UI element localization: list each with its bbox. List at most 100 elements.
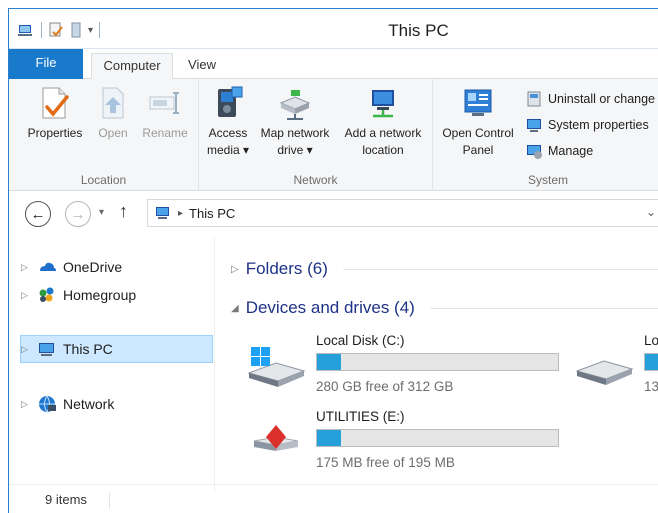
expand-caret-icon[interactable]: ▷ [21,344,31,355]
devices-header-label: Devices and drives (4) [245,298,415,317]
map-network-drive-button[interactable]: Map network drive ▾ [253,85,337,159]
add-location-label-2: location [362,143,404,157]
open-icon [102,87,124,119]
section-divider [429,307,658,309]
map-drive-label-1: Map network [260,126,330,140]
uninstall-button[interactable]: Uninstall or change [525,89,655,109]
drive-name: Local Disk (C:) [316,333,405,348]
access-media-label-1: Access [208,126,248,140]
control-panel-label-1: Open Control [442,126,514,140]
ribbon-tab-bar: File Computer View [9,49,658,80]
add-network-location-icon [372,90,394,118]
open-label: Open [98,126,128,140]
content-pane: ▷ Folders (6) ◢ Devices and drives (4) L… [216,237,658,492]
add-network-location-button[interactable]: Add a network location [337,85,429,159]
access-media-label-2: media ▾ [206,143,250,157]
group-network: Access media ▾ Map network drive ▾ Add a… [199,79,433,191]
tab-view[interactable]: View [179,53,225,80]
drive-name: Loc [644,333,658,348]
nav-item-onedrive[interactable]: ▷ OneDrive [21,253,214,281]
expand-caret-icon[interactable]: ▷ [21,399,31,410]
nav-item-homegroup[interactable]: ▷ Homegroup [21,281,214,309]
manage-button[interactable]: Manage [525,141,593,161]
this-pc-address-icon [156,207,169,219]
rename-button[interactable]: Rename [137,85,193,142]
breadcrumb-separator[interactable]: ▸ [178,208,183,219]
manage-icon [527,145,542,159]
drive-free-space: 280 GB free of 312 GB [316,379,454,394]
group-location: Properties Open Rename Location [9,79,199,191]
access-media-icon [218,86,243,117]
group-system: Open Control Panel Uninstall or change S… [433,79,658,191]
nav-item-label: This PC [63,341,113,357]
map-drive-label-2: drive ▾ [277,143,313,157]
explorer-window: ▾ This PC File Computer View Properties [8,8,658,513]
properties-button[interactable]: Properties [23,85,87,142]
hard-drive-icon [575,360,634,385]
group-location-label: Location [80,173,127,187]
drive-usage-fill [317,430,342,446]
nav-item-label: OneDrive [63,259,123,275]
access-media-button[interactable]: Access media ▾ [203,85,253,159]
properties-label: Properties [27,126,83,140]
window-title: This PC [388,21,449,40]
nav-item-network[interactable]: ▷ Network [21,390,214,418]
homegroup-icon [39,287,54,302]
expand-caret-icon[interactable]: ▷ [21,290,31,301]
system-properties-button[interactable]: System properties [525,115,649,135]
address-dropdown-icon[interactable]: ⌄ [646,205,656,219]
drive-usage-fill [317,354,342,370]
system-properties-icon [527,119,541,132]
drive-tile[interactable]: Loc 133 [574,333,658,403]
control-panel-label-2: Panel [462,143,494,157]
network-icon [39,395,56,413]
recent-locations-chevron-icon[interactable]: ▾ [99,207,104,218]
nav-item-label: Network [63,396,115,412]
folders-section-header[interactable]: ▷ Folders (6) [231,256,658,282]
rename-label: Rename [142,126,188,140]
expand-caret-icon[interactable]: ▷ [21,262,31,273]
drive-usage-bar [644,353,658,371]
uninstall-icon [527,91,541,107]
folders-header-label: Folders (6) [245,259,328,278]
navigation-pane: ▷ OneDrive ▷ Homegroup ▷ This PC ▷ Netwo… [9,237,215,492]
item-count: 9 items [45,492,87,507]
up-arrow-icon[interactable]: ↑ [119,201,128,222]
back-arrow-icon[interactable]: ← [25,201,51,227]
group-network-label: Network [293,173,338,187]
nav-item-label: Homegroup [63,287,137,303]
collapse-caret-icon[interactable]: ▷ [231,264,239,275]
manage-label: Manage [548,144,594,158]
drive-name: UTILITIES (E:) [316,409,405,424]
drive-usage-bar [316,353,559,371]
tab-computer[interactable]: Computer [91,53,173,80]
utilities-drive-icon [253,425,299,451]
add-location-label-1: Add a network [344,126,422,140]
title-bar: ▾ This PC [9,9,658,49]
address-bar[interactable]: ▸ This PC ⌄ [147,199,658,227]
drive-tile[interactable]: UTILITIES (E:) 175 MB free of 195 MB [246,409,576,479]
map-drive-icon [279,90,311,120]
open-button[interactable]: Open [93,85,133,142]
status-separator [109,493,110,509]
expand-caret-icon[interactable]: ◢ [231,303,239,314]
section-divider [342,268,658,270]
rename-icon [149,92,179,114]
ribbon: Properties Open Rename Location Access m… [9,79,658,191]
windows-drive-icon [247,347,306,387]
tab-file[interactable]: File [9,49,83,79]
drive-free-space: 133 [644,379,658,394]
status-bar: 9 items [9,484,658,513]
open-control-panel-button[interactable]: Open Control Panel [435,85,521,159]
system-properties-label: System properties [548,118,649,132]
drive-tile[interactable]: Local Disk (C:) 280 GB free of 312 GB [246,333,576,403]
onedrive-icon [40,262,56,271]
breadcrumb-location[interactable]: This PC [189,206,235,221]
forward-arrow-icon[interactable]: → [65,201,91,227]
nav-item-this-pc[interactable]: ▷ This PC [20,335,213,363]
devices-section-header[interactable]: ◢ Devices and drives (4) [231,295,658,321]
group-system-label: System [527,173,568,187]
uninstall-label: Uninstall or change [548,92,656,106]
drive-usage-fill [645,354,658,370]
navigation-row: ← → ▾ ↑ ▸ This PC ⌄ [9,195,658,231]
